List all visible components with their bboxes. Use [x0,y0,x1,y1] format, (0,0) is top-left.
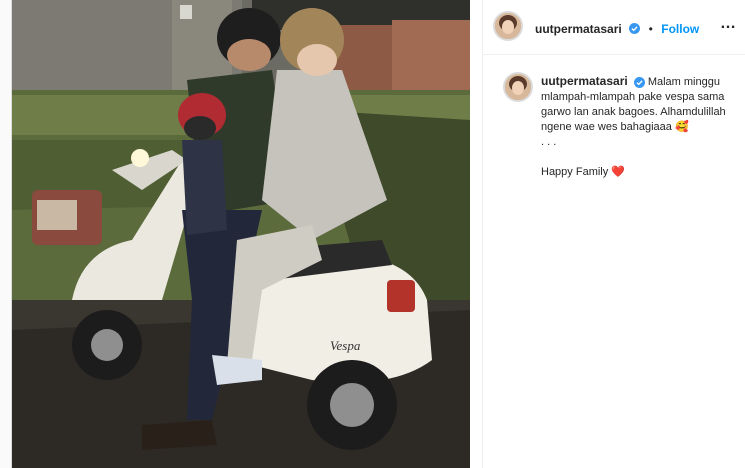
verified-badge-icon [633,76,645,88]
post-header: uutpermatasari • Follow … [483,0,745,55]
avatar[interactable] [493,11,523,41]
scooter-family-photo: Vespa [12,0,470,468]
profile-photo-icon [495,13,521,39]
caption-username[interactable]: uutpermatasari [541,74,628,88]
header-user-row: uutpermatasari • Follow [535,20,699,38]
profile-photo-icon [505,74,531,100]
follow-button[interactable]: Follow [661,22,699,36]
instagram-post: Vespa uutpermatasari • Follow … uutperma… [11,0,745,468]
verified-badge-icon [629,23,641,35]
red-heart-emoji-icon: ❤️ [611,166,626,178]
header-separator: • [648,22,653,36]
post-photo[interactable]: Vespa [12,0,470,468]
caption-dots: . . . [541,136,557,148]
smiling-face-hearts-emoji-icon: 🥰 [674,121,689,133]
post-caption: uutpermatasari Malam minggu mlampah-mlam… [541,74,737,180]
post-sidebar: uutpermatasari • Follow … uutpermatasari [482,0,745,468]
vespa-logo-text: Vespa [330,338,361,353]
more-options-icon[interactable]: … [720,15,737,33]
caption-avatar[interactable] [503,72,533,102]
caption-closing: Happy Family [541,166,609,178]
header-username[interactable]: uutpermatasari [535,22,622,36]
